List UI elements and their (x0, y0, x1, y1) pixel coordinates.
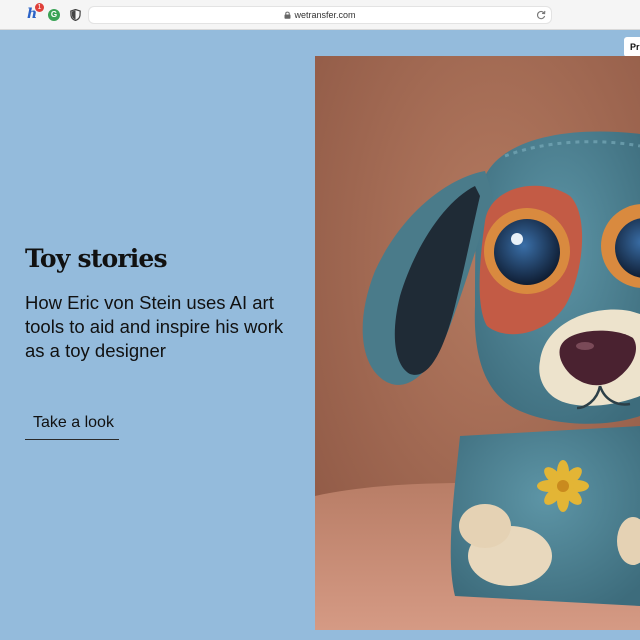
take-a-look-link[interactable]: Take a look (25, 414, 119, 440)
toy-puppy-illustration (315, 56, 640, 630)
page-title: Toy stories (25, 244, 168, 273)
address-bar[interactable]: wetransfer.com (88, 6, 552, 24)
url-text: wetransfer.com (294, 10, 356, 20)
notification-badge: 1 (35, 3, 44, 12)
shield-icon[interactable] (70, 9, 81, 21)
lock-icon (284, 11, 291, 19)
grammarly-extension-icon[interactable]: G (48, 9, 60, 21)
browser-toolbar: h 1 G wetransfer.com (0, 0, 640, 30)
reload-icon[interactable] (536, 10, 546, 20)
hero-image (315, 56, 640, 630)
promo-description: How Eric von Stein uses AI art tools to … (25, 292, 284, 361)
privacy-tab[interactable]: Pri (624, 37, 640, 57)
honey-extension-icon[interactable]: h 1 (26, 3, 44, 22)
